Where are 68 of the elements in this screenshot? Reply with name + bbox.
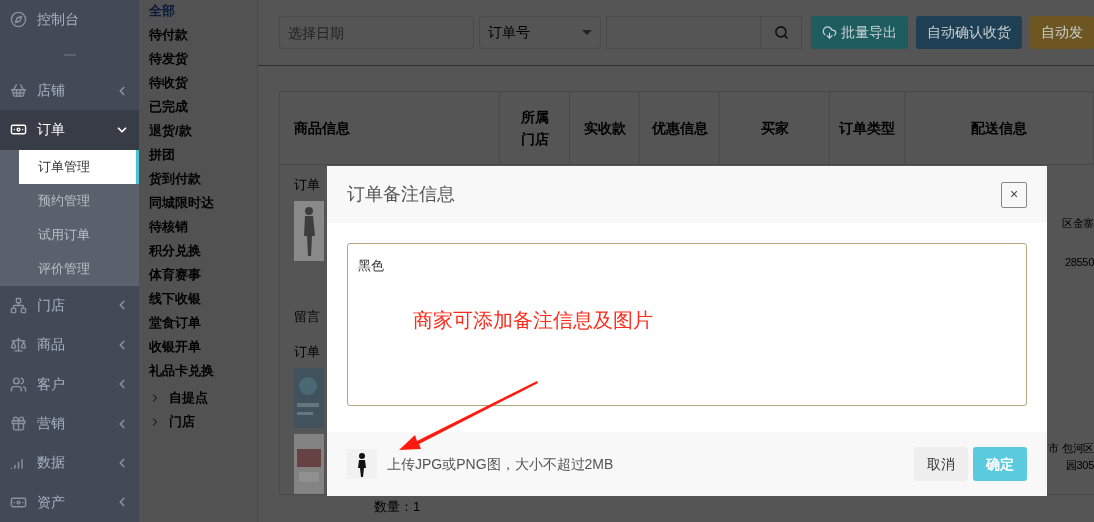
column-header: 实收款 — [583, 118, 626, 138]
column-header: 优惠信息 — [651, 118, 708, 138]
address-text: 区金寨 — [1061, 216, 1094, 231]
quantity-text: 数量：1 — [374, 498, 421, 516]
filter-item[interactable]: 待收货 — [149, 74, 188, 98]
column-header: 订单类型 — [839, 118, 895, 138]
cancel-button[interactable]: 取消 — [914, 447, 968, 481]
sidebar-item[interactable]: 资产 — [0, 482, 139, 522]
filter-item[interactable]: 积分兑换 — [149, 242, 201, 266]
toolbar-button[interactable]: 自动发 — [1030, 16, 1094, 49]
message-label: 留言 — [294, 307, 321, 326]
sidebar-item[interactable]: 店铺 — [0, 70, 139, 111]
column-header: 配送信息 — [971, 118, 1027, 138]
order-label: 订单 — [294, 176, 321, 194]
gift-icon — [10, 415, 27, 433]
sitemap-icon — [10, 296, 27, 314]
filter-item[interactable]: 同城限时达 — [149, 194, 214, 218]
column-header: 买家 — [760, 118, 789, 138]
annotation-text: 商家可添加备注信息及图片 — [413, 307, 653, 333]
tree-item[interactable]: 门店 — [149, 410, 195, 434]
compass-icon — [10, 11, 27, 29]
column-header: 商品信息 — [294, 118, 350, 138]
phone-text: 28550 — [1064, 254, 1094, 270]
toolbar-button[interactable]: 自动确认收货 — [916, 16, 1022, 49]
submenu-item[interactable]: 预约管理 — [19, 183, 139, 218]
filter-item[interactable]: 待付款 — [149, 26, 188, 50]
confirm-button[interactable]: 确定 — [973, 447, 1027, 481]
search-icon — [773, 25, 789, 40]
search-button[interactable] — [761, 16, 802, 49]
upload-hint: 上传JPG或PNG图，大小不超过2MB — [387, 454, 615, 474]
filter-item[interactable]: 已完成 — [149, 98, 188, 122]
filter-item[interactable]: 拼团 — [149, 146, 175, 170]
submenu-item[interactable]: 订单管理 — [19, 149, 139, 184]
cloud-download-icon — [822, 25, 837, 40]
sidebar-item[interactable]: 订单 — [0, 110, 139, 150]
order-label: 订单 — [294, 343, 321, 361]
sidebar-item[interactable]: 控制台 — [0, 0, 139, 40]
sidebar-item[interactable]: 商品 — [0, 325, 139, 365]
filter-item[interactable]: 全部 — [149, 2, 175, 26]
filter-item[interactable]: 体育赛事 — [149, 266, 201, 290]
toolbar-button[interactable]: 批量导出 — [811, 16, 908, 49]
filter-item[interactable]: 收银开单 — [149, 338, 201, 362]
address-text: 市 包河区 — [1048, 441, 1094, 456]
scale-icon — [10, 336, 27, 354]
filter-item[interactable]: 礼品卡兑换 — [149, 362, 214, 386]
search-type-select[interactable]: 订单号 — [479, 16, 601, 49]
filter-item[interactable]: 货到付款 — [149, 170, 201, 194]
sidebar-item[interactable]: 客户 — [0, 364, 139, 404]
address-text: 园305 — [1065, 457, 1094, 473]
note-textarea[interactable]: 黑色 商家可添加备注信息及图片 — [347, 243, 1027, 406]
dialog-title: 订单备注信息 — [347, 183, 455, 206]
note-text: 黑色 — [358, 257, 385, 275]
tree-item[interactable]: 自提点 — [149, 386, 208, 410]
filter-item[interactable]: 待发货 — [149, 50, 188, 74]
filter-item[interactable]: 待核销 — [149, 218, 188, 242]
filter-item[interactable]: 退货/款 — [149, 122, 192, 146]
users-icon — [10, 375, 27, 393]
caret-icon — [582, 30, 592, 35]
submenu-item[interactable]: 试用订单 — [19, 217, 139, 252]
sidebar-item[interactable]: 门店 — [0, 285, 139, 326]
sidebar-item[interactable]: 数据 — [0, 443, 139, 483]
close-button[interactable]: × — [1001, 181, 1027, 208]
column-header: 所属门店 — [519, 108, 550, 149]
filter-item[interactable]: 堂食订单 — [149, 314, 201, 338]
sidebar-item[interactable]: 营销 — [0, 403, 139, 444]
submenu-item[interactable]: 评价管理 — [19, 251, 139, 286]
filter-item[interactable]: 线下收银 — [149, 290, 201, 314]
basket-icon — [10, 82, 27, 100]
